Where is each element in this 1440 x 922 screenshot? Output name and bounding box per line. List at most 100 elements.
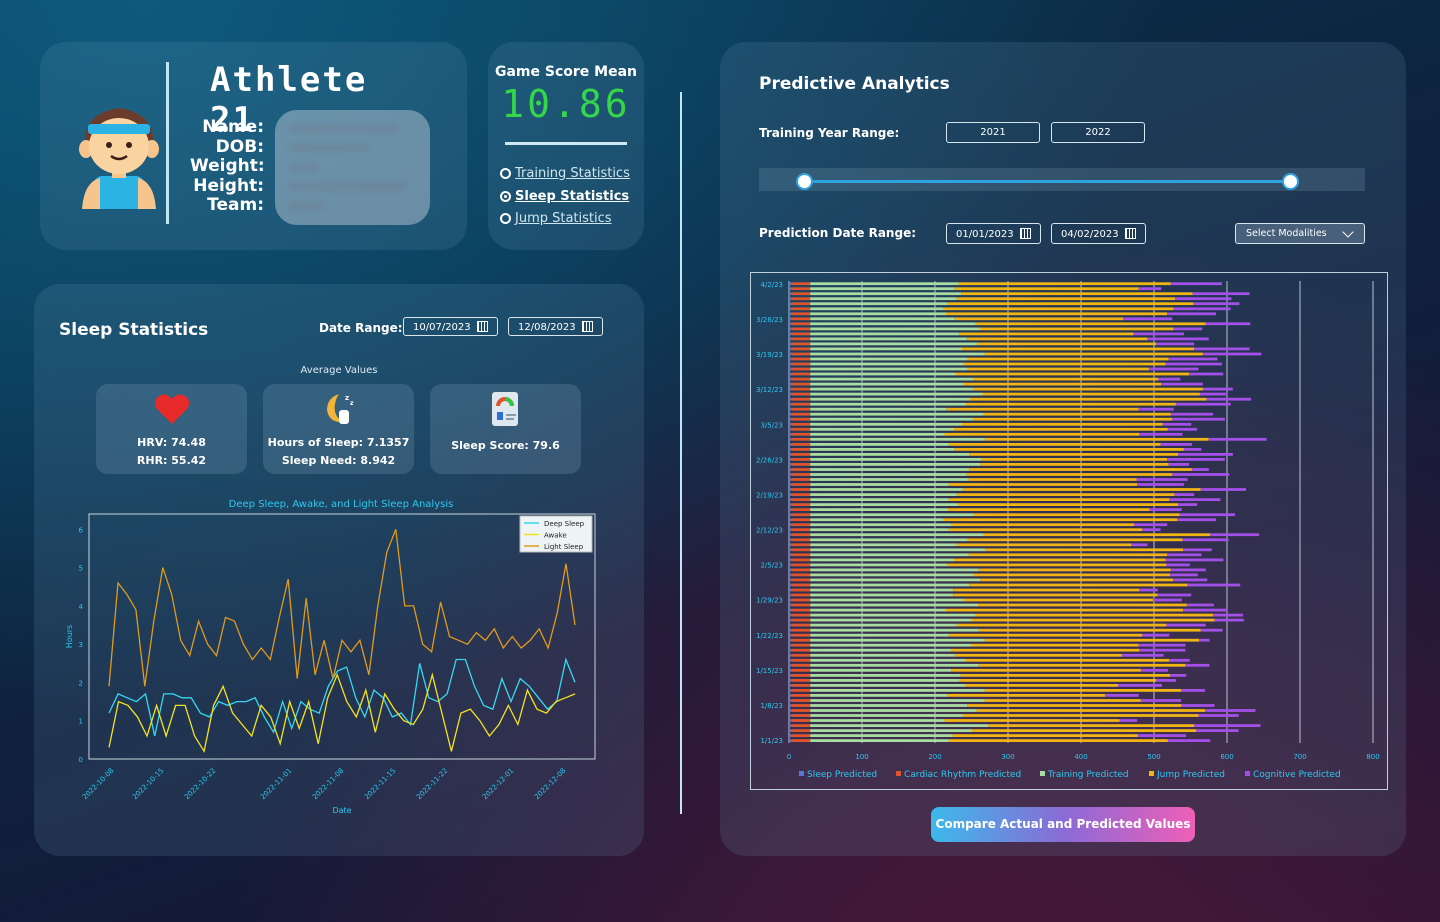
y-tick-label: 4: [79, 603, 84, 611]
end-date-input[interactable]: 12/08/2023: [508, 317, 603, 336]
bar-segment-sleep-predicted: [789, 533, 792, 537]
bar-segment-sleep-predicted: [789, 357, 792, 361]
radio-sleep-statistics[interactable]: Sleep Statistics: [500, 189, 629, 204]
compare-values-button[interactable]: Compare Actual and Predicted Values: [931, 807, 1195, 842]
y-tick-label: 1/1/23: [760, 737, 783, 745]
bar-segment-cognitive-predicted: [1200, 392, 1228, 396]
x-tick-label: 2022-11-01: [259, 767, 293, 801]
bar-segment-jump-predicted: [964, 684, 1119, 687]
bar-segment-training-predicted: [810, 337, 968, 341]
year-end-input[interactable]: 2022: [1051, 122, 1145, 143]
y-tick-label: 1/22/23: [756, 632, 783, 640]
bar-segment-jump-predicted: [966, 402, 1176, 406]
bar-segment-cognitive-predicted: [1165, 558, 1224, 562]
bar-segment-cognitive-predicted: [1162, 422, 1192, 426]
legend-label: Jump Predicted: [1156, 770, 1225, 780]
bar-segment-cognitive-predicted: [1169, 498, 1221, 501]
bar-segment-cardiac-rhythm-predicted: [791, 598, 811, 602]
bar-segment-training-predicted: [810, 653, 955, 657]
bar-segment-jump-predicted: [948, 739, 1168, 742]
slider-handle-end[interactable]: [1282, 173, 1299, 190]
bar-segment-cardiac-rhythm-predicted: [791, 488, 811, 491]
prediction-start-date: 01/01/2023: [956, 229, 1014, 240]
bar-segment-sleep-predicted: [789, 468, 792, 471]
prediction-start-date-input[interactable]: 01/01/2023: [946, 223, 1041, 244]
slider-handle-start[interactable]: [796, 173, 813, 190]
bar-segment-cardiac-rhythm-predicted: [791, 653, 811, 657]
bar-segment-training-predicted: [810, 578, 981, 582]
year-start-input[interactable]: 2021: [946, 122, 1040, 143]
bar-segment-training-predicted: [810, 397, 971, 401]
bar-segment-cognitive-predicted: [1183, 548, 1212, 552]
bar-segment-sleep-predicted: [789, 674, 792, 677]
bar-segment-jump-predicted: [971, 643, 1139, 647]
sleep-score-tile: Sleep Score: 79.6: [430, 384, 581, 474]
bar-segment-cardiac-rhythm-predicted: [791, 603, 811, 607]
calendar-icon[interactable]: [477, 321, 488, 332]
bar-segment-cognitive-predicted: [1179, 513, 1235, 517]
bar-segment-training-predicted: [810, 342, 978, 346]
calendar-icon[interactable]: [1020, 228, 1031, 239]
bar-segment-cardiac-rhythm-predicted: [791, 674, 811, 677]
bar-segment-cardiac-rhythm-predicted: [791, 443, 811, 446]
prediction-end-date-input[interactable]: 04/02/2023: [1051, 223, 1146, 244]
legend-label: Light Sleep: [544, 543, 584, 551]
moon-sleep-icon: z z: [327, 394, 354, 424]
name-label: Name:: [202, 117, 264, 137]
bar-segment-jump-predicted: [958, 503, 1179, 506]
bar-segment-sleep-predicted: [789, 422, 792, 426]
bar-segment-training-predicted: [810, 463, 981, 466]
start-date-input[interactable]: 10/07/2023: [403, 317, 498, 336]
bar-segment-sleep-predicted: [789, 337, 792, 341]
bar-segment-sleep-predicted: [789, 463, 792, 466]
bar-segment-cardiac-rhythm-predicted: [791, 367, 811, 371]
radio-training-statistics[interactable]: Training Statistics: [500, 166, 630, 181]
radio-label[interactable]: Sleep Statistics: [515, 189, 629, 204]
bar-segment-cardiac-rhythm-predicted: [791, 623, 811, 627]
bar-segment-sleep-predicted: [789, 618, 792, 622]
bar-segment-cardiac-rhythm-predicted: [791, 372, 811, 376]
bar-segment-jump-predicted: [954, 287, 1139, 291]
radio-button[interactable]: [500, 168, 511, 179]
calendar-icon[interactable]: [1125, 228, 1136, 239]
bar-segment-cardiac-rhythm-predicted: [791, 608, 811, 612]
bar-segment-cognitive-predicted: [1205, 709, 1256, 712]
bar-segment-training-predicted: [810, 739, 949, 742]
radio-button-selected[interactable]: [500, 191, 511, 202]
game-score-value: 10.86: [501, 82, 631, 126]
x-tick-label: 400: [1074, 753, 1087, 761]
radio-label[interactable]: Jump Statistics: [515, 211, 612, 226]
bar-segment-jump-predicted: [978, 603, 1187, 607]
radio-label[interactable]: Training Statistics: [515, 166, 630, 181]
bar-segment-cardiac-rhythm-predicted: [791, 578, 811, 582]
bar-segment-training-predicted: [810, 628, 979, 632]
bar-segment-cognitive-predicted: [1192, 468, 1209, 471]
score-report-icon: [492, 392, 518, 426]
select-modalities-dropdown[interactable]: Select Modalities: [1235, 223, 1365, 244]
bar-segment-cognitive-predicted: [1200, 488, 1246, 491]
bar-segment-training-predicted: [810, 679, 960, 682]
calendar-icon[interactable]: [582, 321, 593, 332]
bar-segment-jump-predicted: [962, 714, 1199, 717]
bar-segment-jump-predicted: [943, 518, 1178, 522]
bar-segment-cardiac-rhythm-predicted: [791, 538, 811, 542]
bar-segment-cardiac-rhythm-predicted: [791, 638, 811, 642]
bar-segment-jump-predicted: [970, 397, 1207, 401]
x-tick-label: 0: [787, 753, 791, 761]
bar-segment-cognitive-predicted: [1213, 613, 1243, 617]
bar-segment-sleep-predicted: [789, 453, 792, 456]
bar-segment-cardiac-rhythm-predicted: [791, 357, 811, 361]
bar-segment-cardiac-rhythm-predicted: [791, 427, 811, 431]
radio-jump-statistics[interactable]: Jump Statistics: [500, 211, 612, 226]
bar-segment-cognitive-predicted: [1138, 643, 1186, 647]
bar-segment-training-predicted: [810, 583, 970, 587]
prediction-end-date: 04/02/2023: [1061, 229, 1119, 240]
y-axis-label: Hours: [65, 625, 74, 648]
bar-segment-training-predicted: [810, 503, 959, 506]
bar-segment-sleep-predicted: [789, 292, 792, 296]
bar-segment-training-predicted: [810, 407, 947, 411]
bar-segment-jump-predicted: [962, 422, 1163, 426]
bar-segment-training-predicted: [810, 412, 984, 416]
bar-segment-cognitive-predicted: [1199, 638, 1210, 642]
radio-button[interactable]: [500, 213, 511, 224]
